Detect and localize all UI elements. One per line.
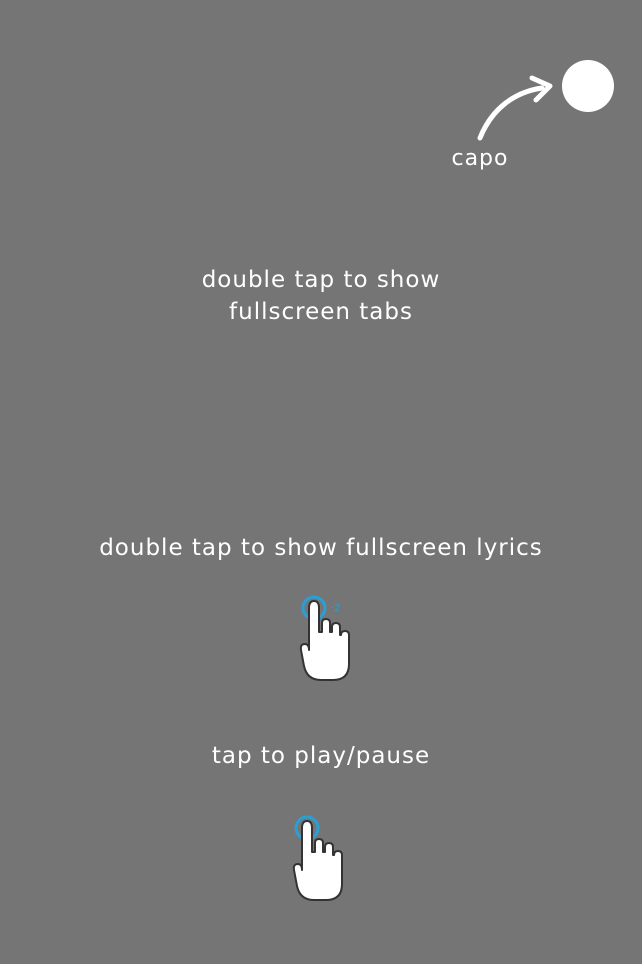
double-tap-hand-icon: ·2 [299,595,350,681]
curved-arrow-icon [477,75,553,141]
lyrics-hint: double tap to show fullscreen lyrics [99,535,543,561]
capo-label: capo [451,146,509,171]
svg-text:·2: ·2 [331,603,341,614]
tabs-hint-line-2: fullscreen tabs [229,299,413,325]
single-tap-hand-icon [292,815,343,901]
play-pause-hint: tap to play/pause [211,743,431,769]
capo-button[interactable] [562,60,614,112]
tabs-hint-line-1: double tap to show [201,267,441,293]
